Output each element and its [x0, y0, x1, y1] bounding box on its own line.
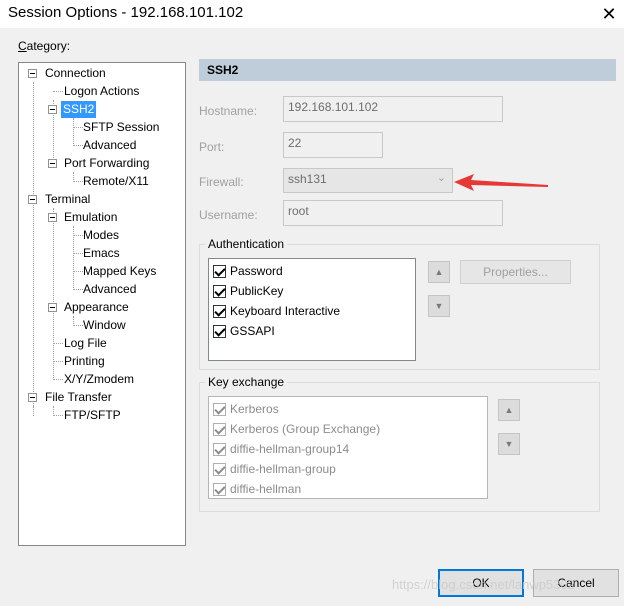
port-label: Port: — [199, 140, 225, 154]
tree-item-remote-x11[interactable]: Remote/X11 — [81, 173, 151, 190]
kex-move-up-button[interactable]: ▲ — [498, 399, 520, 421]
arrow-up-icon: ▲ — [434, 267, 444, 277]
tree-item-mapped-keys[interactable]: Mapped Keys — [81, 263, 158, 280]
arrow-down-icon: ▼ — [504, 439, 514, 449]
expander-emulation-icon[interactable] — [48, 213, 57, 222]
username-field[interactable]: root — [283, 200, 503, 226]
checkbox-checked-icon[interactable] — [213, 462, 226, 476]
tree-item-printing[interactable]: Printing — [62, 353, 107, 370]
port-field[interactable]: 22 — [283, 132, 383, 158]
checkbox-checked-icon[interactable] — [213, 442, 226, 456]
close-button[interactable]: ✕ — [594, 0, 624, 28]
tree-item-terminal[interactable]: Terminal — [43, 191, 92, 208]
list-item[interactable]: diffie-hellman-group — [213, 459, 336, 479]
chevron-down-icon: ⌄ — [436, 172, 446, 184]
list-item[interactable]: Password — [213, 261, 283, 281]
close-icon: ✕ — [601, 3, 617, 24]
tree-item-emacs[interactable]: Emacs — [81, 245, 122, 262]
checkbox-checked-icon[interactable] — [213, 284, 226, 298]
tree-item-port-forwarding[interactable]: Port Forwarding — [62, 155, 151, 172]
key-exchange-list[interactable]: Kerberos Kerberos (Group Exchange) diffi… — [208, 396, 488, 499]
category-label: Category: — [18, 39, 71, 53]
firewall-label: Firewall: — [199, 175, 244, 189]
list-item[interactable]: PublicKey — [213, 281, 283, 301]
tree-item-connection[interactable]: Connection — [43, 65, 108, 82]
properties-button[interactable]: Properties... — [460, 260, 571, 284]
list-item[interactable]: Kerberos — [213, 399, 279, 419]
tree-item-log-file[interactable]: Log File — [62, 335, 109, 352]
firewall-value: ssh131 — [288, 172, 327, 186]
list-item[interactable]: diffie-hellman — [213, 479, 301, 499]
expander-ssh2-icon[interactable] — [48, 105, 57, 114]
auth-move-up-button[interactable]: ▲ — [428, 261, 450, 283]
section-header: SSH2 — [199, 59, 616, 81]
tree-item-emulation[interactable]: Emulation — [62, 209, 119, 226]
auth-move-down-button[interactable]: ▼ — [428, 295, 450, 317]
tree-item-modes[interactable]: Modes — [81, 227, 121, 244]
annotation-arrow-icon — [454, 174, 548, 191]
tree-item-logon-actions[interactable]: Logon Actions — [62, 83, 141, 100]
hostname-label: Hostname: — [199, 104, 258, 118]
list-item[interactable]: Kerberos (Group Exchange) — [213, 419, 380, 439]
expander-port-forwarding-icon[interactable] — [48, 159, 57, 168]
checkbox-checked-icon[interactable] — [213, 324, 226, 338]
hostname-field[interactable]: 192.168.101.102 — [283, 96, 503, 122]
tree-item-file-transfer[interactable]: File Transfer — [43, 389, 114, 406]
category-tree[interactable]: Connection Logon Actions SSH2 SFTP Sessi… — [18, 62, 186, 546]
list-item[interactable]: GSSAPI — [213, 321, 275, 341]
checkbox-checked-icon[interactable] — [213, 402, 226, 416]
tree-item-xyzmodem[interactable]: X/Y/Zmodem — [62, 371, 136, 388]
expander-file-transfer-icon[interactable] — [28, 393, 37, 402]
arrow-down-icon: ▼ — [434, 301, 444, 311]
tree-item-ftp-sftp[interactable]: FTP/SFTP — [62, 407, 123, 424]
tree-item-emulation-advanced[interactable]: Advanced — [81, 281, 138, 298]
expander-appearance-icon[interactable] — [48, 303, 57, 312]
arrow-up-icon: ▲ — [504, 405, 514, 415]
username-label: Username: — [199, 208, 258, 222]
checkbox-checked-icon[interactable] — [213, 304, 226, 318]
checkbox-checked-icon[interactable] — [213, 422, 226, 436]
window-title: Session Options - 192.168.101.102 — [8, 4, 244, 21]
watermark: https://blog.csdn.net/lanwp5302 — [392, 577, 575, 592]
kex-move-down-button[interactable]: ▼ — [498, 433, 520, 455]
authentication-list[interactable]: Password PublicKey Keyboard Interactive … — [208, 258, 416, 361]
key-exchange-title: Key exchange — [205, 375, 288, 389]
checkbox-checked-icon[interactable] — [213, 264, 226, 278]
tree-item-appearance[interactable]: Appearance — [62, 299, 131, 316]
firewall-select[interactable]: ssh131 ⌄ — [283, 168, 453, 193]
title-bar: Session Options - 192.168.101.102 ✕ — [0, 0, 624, 28]
tree-item-window[interactable]: Window — [81, 317, 128, 334]
authentication-title: Authentication — [205, 237, 288, 251]
list-item[interactable]: Keyboard Interactive — [213, 301, 340, 321]
list-item[interactable]: diffie-hellman-group14 — [213, 439, 349, 459]
expander-terminal-icon[interactable] — [28, 195, 37, 204]
checkbox-checked-icon[interactable] — [213, 482, 226, 496]
tree-item-sftp-session[interactable]: SFTP Session — [81, 119, 161, 136]
expander-connection-icon[interactable] — [28, 69, 37, 78]
tree-item-ssh2-advanced[interactable]: Advanced — [81, 137, 138, 154]
tree-item-ssh2[interactable]: SSH2 — [61, 101, 97, 118]
